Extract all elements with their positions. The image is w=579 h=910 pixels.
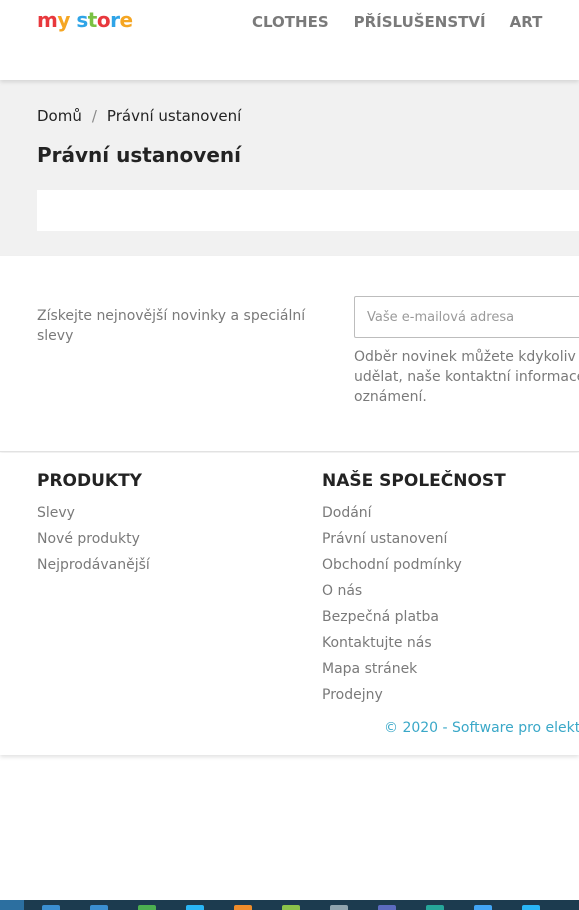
- breadcrumb-separator: /: [91, 107, 97, 125]
- main-nav: CLOTHES PŘÍSLUŠENSTVÍ ART: [252, 13, 542, 31]
- logo-letter: o: [96, 8, 111, 32]
- logo-letter: m: [37, 8, 58, 32]
- taskbar-app-icon[interactable]: [234, 905, 252, 910]
- newsletter-conditions: Odběr novinek můžete kdykoliv udělat, na…: [354, 347, 579, 407]
- logo-letter: e: [119, 8, 133, 32]
- footer-link-terms[interactable]: Obchodní podmínky: [322, 552, 506, 578]
- footer-company-list: Dodání Právní ustanovení Obchodní podmín…: [322, 500, 506, 708]
- start-button-icon[interactable]: [0, 900, 24, 910]
- taskbar-app-icon[interactable]: [378, 905, 396, 910]
- footer-company-title: NAŠE SPOLEČNOST: [322, 471, 506, 491]
- newsletter-conditions-line: udělat, naše kontaktní informace: [354, 369, 579, 385]
- taskbar-app-icon[interactable]: [42, 905, 60, 910]
- taskbar-app-icon[interactable]: [186, 905, 204, 910]
- footer-link-contact[interactable]: Kontaktujte nás: [322, 630, 506, 656]
- breadcrumb: Domů / Právní ustanovení: [37, 107, 241, 125]
- footer-link-about-us[interactable]: O nás: [322, 578, 506, 604]
- newsletter-conditions-line: Odběr novinek můžete kdykoliv: [354, 349, 576, 365]
- site-header: my store CLOTHES PŘÍSLUŠENSTVÍ ART: [0, 0, 579, 80]
- logo-letter: s: [76, 8, 88, 32]
- footer-copyright-link[interactable]: © 2020 - Software pro elektr: [384, 720, 579, 736]
- taskbar-app-icon[interactable]: [138, 905, 156, 910]
- newsletter-section: Získejte nejnovější novinky a speciální …: [0, 256, 579, 452]
- page-header-band: Domů / Právní ustanovení Právní ustanovení: [0, 80, 579, 256]
- breadcrumb-home-link[interactable]: Domů: [37, 107, 82, 125]
- footer-link-stores[interactable]: Prodejny: [322, 682, 506, 708]
- taskbar-app-icon[interactable]: [522, 905, 540, 910]
- os-taskbar: [0, 900, 579, 910]
- nav-item-art[interactable]: ART: [510, 13, 543, 31]
- footer-link-legal-notice[interactable]: Právní ustanovení: [322, 526, 506, 552]
- footer-link-sales[interactable]: Slevy: [37, 500, 150, 526]
- footer-link-sitemap[interactable]: Mapa stránek: [322, 656, 506, 682]
- footer-products-column: PRODUKTY Slevy Nové produkty Nejprodávan…: [37, 471, 150, 578]
- taskbar-app-icon[interactable]: [282, 905, 300, 910]
- newsletter-conditions-line: oznámení.: [354, 389, 427, 405]
- store-logo[interactable]: my store: [37, 8, 133, 32]
- nav-item-accessories[interactable]: PŘÍSLUŠENSTVÍ: [354, 13, 486, 31]
- site-footer: PRODUKTY Slevy Nové produkty Nejprodávan…: [0, 453, 579, 755]
- taskbar-app-icon[interactable]: [426, 905, 444, 910]
- footer-products-title: PRODUKTY: [37, 471, 142, 491]
- page-title: Právní ustanovení: [37, 143, 241, 167]
- footer-link-new-products[interactable]: Nové produkty: [37, 526, 150, 552]
- logo-letter: t: [87, 8, 98, 32]
- page-content-box: [37, 190, 579, 231]
- footer-products-list: Slevy Nové produkty Nejprodávanější: [37, 500, 150, 578]
- taskbar-app-icon[interactable]: [90, 905, 108, 910]
- page: my store CLOTHES PŘÍSLUŠENSTVÍ ART Domů /…: [0, 0, 579, 910]
- footer-link-secure-payment[interactable]: Bezpečná platba: [322, 604, 506, 630]
- taskbar-app-icon[interactable]: [330, 905, 348, 910]
- logo-letter: y: [57, 8, 70, 32]
- newsletter-text: Získejte nejnovější novinky a speciální …: [37, 308, 306, 344]
- footer-company-column: NAŠE SPOLEČNOST Dodání Právní ustanovení…: [322, 471, 506, 708]
- logo-letter: r: [110, 8, 120, 32]
- breadcrumb-current: Právní ustanovení: [106, 107, 242, 125]
- footer-link-best-sellers[interactable]: Nejprodávanější: [37, 552, 150, 578]
- newsletter-email-input[interactable]: [354, 296, 579, 338]
- footer-link-delivery[interactable]: Dodání: [322, 500, 506, 526]
- nav-item-clothes[interactable]: CLOTHES: [252, 13, 329, 31]
- taskbar-app-icon[interactable]: [474, 905, 492, 910]
